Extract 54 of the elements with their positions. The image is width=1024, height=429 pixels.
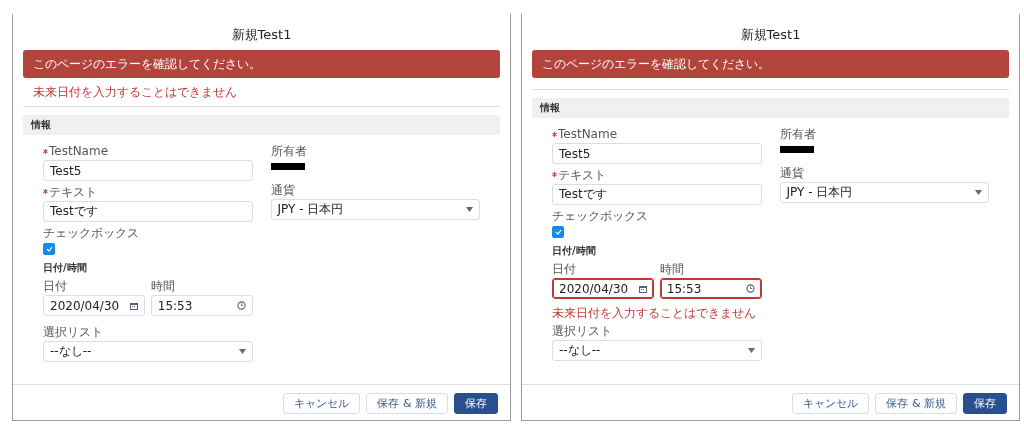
currency-select[interactable]: JPY - 日本円 <box>270 199 480 220</box>
footer-button[interactable]: 保存 & 新規 <box>875 393 957 414</box>
field-label: テキスト <box>49 186 97 199</box>
picklist-select[interactable]: --なし-- <box>552 340 762 361</box>
calendar-icon <box>129 301 138 310</box>
date-input[interactable]: 2020/04/30 <box>43 295 145 316</box>
footer-button[interactable]: キャンセル <box>792 393 870 414</box>
caret-icon <box>238 349 246 354</box>
field-label: 日付 <box>43 280 67 293</box>
save-button[interactable]: 保存 <box>963 393 1007 414</box>
field-label: 通貨 <box>779 167 804 180</box>
field-label: 通貨 <box>270 184 295 197</box>
field-label: 時間 <box>659 263 684 276</box>
field-label: 時間 <box>150 280 175 293</box>
calendar-icon <box>638 284 647 293</box>
picklist-select[interactable]: --なし-- <box>43 341 253 362</box>
field-label: 選択リスト <box>43 326 103 339</box>
caret-icon <box>747 348 755 353</box>
time-input[interactable]: 15:53 <box>659 278 762 299</box>
field-label: 日付 <box>552 263 576 276</box>
error-banner: このページのエラーを確認してください。 <box>23 50 500 78</box>
field-label: 所有者 <box>270 145 307 158</box>
footer-button[interactable]: 保存 & 新規 <box>366 393 448 414</box>
currency-select[interactable]: JPY - 日本円 <box>779 182 989 203</box>
section-header: 情報 <box>23 115 500 135</box>
caret-icon <box>975 190 982 195</box>
group-label: 日付/時間 <box>43 261 87 275</box>
text-input[interactable]: Testです <box>552 184 762 205</box>
date-input[interactable]: 2020/04/30 <box>552 278 654 299</box>
footer-button[interactable]: キャンセル <box>283 393 361 414</box>
clock-icon <box>236 301 246 310</box>
time-input[interactable]: 15:53 <box>150 295 253 316</box>
field-label: チェックボックス <box>552 210 648 223</box>
text-input[interactable]: Test5 <box>43 160 253 181</box>
checkbox[interactable] <box>43 243 55 255</box>
group-label: 日付/時間 <box>552 244 596 258</box>
field-label: TestName <box>49 145 109 158</box>
caret-icon <box>466 207 473 212</box>
clock-icon <box>745 284 755 293</box>
save-button[interactable]: 保存 <box>454 393 498 414</box>
field-label: テキスト <box>558 169 606 182</box>
modal-title: 新規Test1 <box>739 26 802 44</box>
field-label: チェックボックス <box>43 227 139 240</box>
text-input[interactable]: Testです <box>43 201 253 222</box>
field-label: 所有者 <box>779 128 816 141</box>
field-label: TestName <box>558 128 618 141</box>
error-message: 未来日付を入力することはできません <box>552 306 756 320</box>
error-message: 未来日付を入力することはできません <box>33 85 237 99</box>
checkbox[interactable] <box>552 226 564 238</box>
error-banner: このページのエラーを確認してください。 <box>532 50 1009 78</box>
field-label: 選択リスト <box>552 325 612 338</box>
text-input[interactable]: Test5 <box>552 143 762 164</box>
modal-title: 新規Test1 <box>230 26 293 44</box>
section-header: 情報 <box>532 98 1009 118</box>
